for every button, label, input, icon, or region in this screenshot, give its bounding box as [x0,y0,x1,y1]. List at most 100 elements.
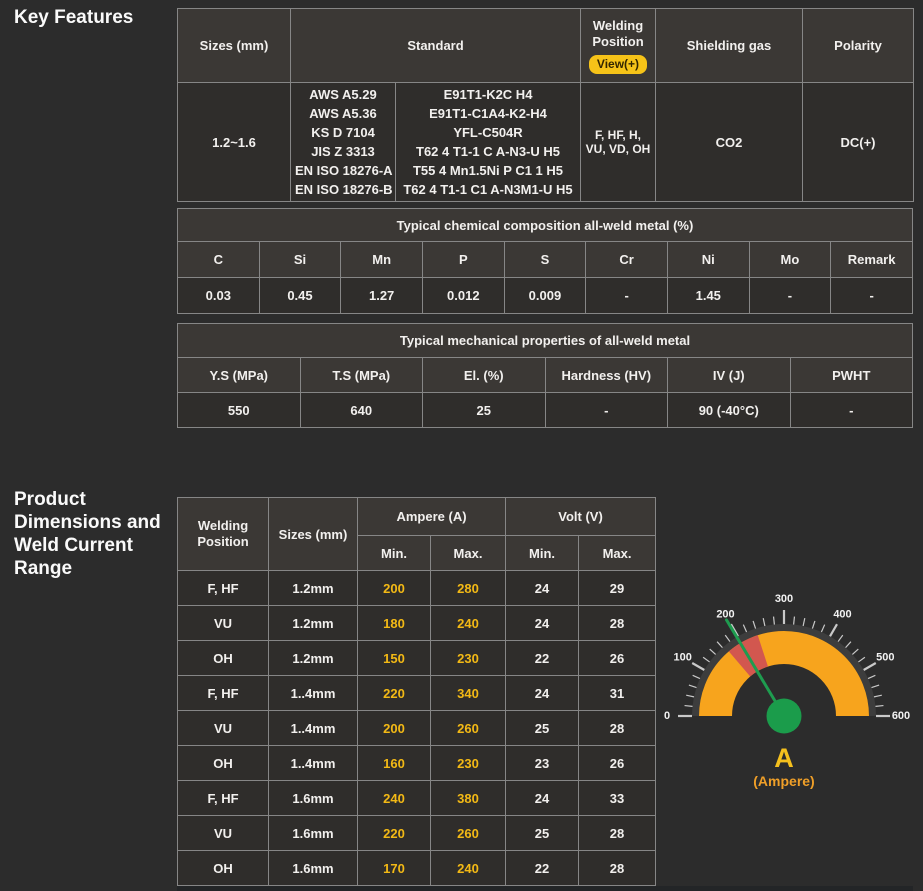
gauge-tick [763,618,765,626]
current-table-cell: 1.2mm [269,606,358,641]
current-table-row: OH1.6mm1702402228 [178,851,656,886]
next-section-strip [177,886,913,891]
spec-col-sizes: Sizes (mm) [178,9,291,83]
current-table-row: VU1.2mm1802402428 [178,606,656,641]
gauge-hub [767,699,802,734]
chemical-table: Typical chemical composition all-weld me… [177,208,913,314]
mechanical-value: 25 [423,393,546,428]
gauge-tick [875,706,883,707]
chemical-col-header: Remark [831,242,913,278]
mechanical-table-title: Typical mechanical properties of all-wel… [178,324,913,358]
current-table-cell: 28 [579,816,656,851]
gauge-tick [868,675,875,678]
mechanical-value: 90 (-40°C) [668,393,791,428]
view-button[interactable]: View(+) [589,55,647,74]
list-line: JIS Z 3313 [295,142,391,161]
gauge-tick-label: 100 [673,652,691,664]
current-table-cell: 24 [506,606,579,641]
mechanical-value: 550 [178,393,301,428]
section-title-product-dimensions: Product Dimensions and Weld Current Rang… [14,488,182,580]
chemical-col-header: P [422,242,504,278]
spec-polarity-value: DC(+) [803,83,914,202]
mechanical-value: - [545,393,668,428]
current-group-header-row: Welding Position Sizes (mm) Ampere (A) V… [178,498,656,536]
mechanical-table: Typical mechanical properties of all-wel… [177,323,913,428]
gauge-tick-label: 300 [775,593,793,605]
current-table-cell: 230 [431,641,506,676]
current-table-row: F, HF1.2mm2002802429 [178,571,656,606]
list-line: E91T1-C1A4-K2-H4 [400,104,576,123]
gauge-tick [830,624,837,636]
current-subcol-header: Max. [579,536,656,571]
current-table-cell: OH [178,746,269,781]
current-subcol-header: Min. [506,536,579,571]
current-table-cell: 380 [431,781,506,816]
current-table-cell: F, HF [178,571,269,606]
current-table-cell: F, HF [178,781,269,816]
gauge-tick [689,685,697,687]
current-table-cell: 28 [579,851,656,886]
spec-col-standard: Standard [291,9,581,83]
chemical-value: - [586,278,668,314]
list-line: KS D 7104 [295,123,391,142]
gauge-tick [686,695,694,697]
current-table-cell: 28 [579,606,656,641]
current-table-cell: 25 [506,816,579,851]
section-title-key-features: Key Features [14,6,133,29]
current-table-cell: 160 [358,746,431,781]
mechanical-col-header: Y.S (MPa) [178,358,301,393]
current-table-row: F, HF1.6mm2403802433 [178,781,656,816]
list-line: T55 4 Mn1.5Ni P C1 1 H5 [400,161,576,180]
chemical-value: 0.03 [178,278,260,314]
current-table-cell: OH [178,851,269,886]
current-table-cell: 230 [431,746,506,781]
current-table-cell: 1..4mm [269,676,358,711]
current-table-cell: 240 [358,781,431,816]
chemical-col-header: Cr [586,242,668,278]
chemical-col-header: Mn [341,242,423,278]
gauge-tick [693,675,700,678]
list-line: EN ISO 18276-B [295,180,391,199]
gauge-tick [838,635,843,641]
gauge-tick [743,625,746,632]
current-subcol-header: Min. [358,536,431,571]
current-table-cell: 220 [358,816,431,851]
gauge-tick [703,657,709,662]
list-line: AWS A5.36 [295,104,391,123]
gauge-tick-label: 500 [876,652,894,664]
current-table-row: OH1..4mm1602302326 [178,746,656,781]
mechanical-values-row: 55064025-90 (-40°C)- [178,393,913,428]
gauge-tick [874,695,882,697]
current-table-cell: 1.6mm [269,816,358,851]
spec-col-shielding-gas: Shielding gas [656,9,803,83]
current-table-cell: 1.6mm [269,851,358,886]
current-table-cell: 1.2mm [269,641,358,676]
gauge-tick-label: 400 [833,609,851,621]
current-table-row: VU1..4mm2002602528 [178,711,656,746]
current-table-row: F, HF1..4mm2203402431 [178,676,656,711]
mechanical-col-header: El. (%) [423,358,546,393]
gauge-tick-label: 600 [892,710,910,722]
mechanical-col-header: T.S (MPa) [300,358,423,393]
welding-position-label: Welding Position [585,18,651,50]
gauge-tick [710,649,716,654]
gauge-tick [803,618,805,626]
gauge-tick [685,706,693,707]
spec-header-row: Sizes (mm) Standard Welding Position Vie… [178,9,914,83]
list-line: T62 4 T1-1 C1 A-N3M1-U H5 [400,180,576,199]
current-group-volt: Volt (V) [506,498,656,536]
current-table-cell: 25 [506,711,579,746]
current-table-cell: 33 [579,781,656,816]
current-table-cell: 340 [431,676,506,711]
chemical-col-header: Si [259,242,341,278]
mechanical-col-header: PWHT [790,358,913,393]
chemical-col-header: S [504,242,586,278]
gauge-tick [858,657,864,662]
current-table-cell: 170 [358,851,431,886]
gauge-tick [812,621,814,629]
chemical-value: 0.012 [422,278,504,314]
current-table-cell: 29 [579,571,656,606]
current-table-row: OH1.2mm1502302226 [178,641,656,676]
current-table-cell: 1.2mm [269,571,358,606]
current-table-cell: 1..4mm [269,746,358,781]
